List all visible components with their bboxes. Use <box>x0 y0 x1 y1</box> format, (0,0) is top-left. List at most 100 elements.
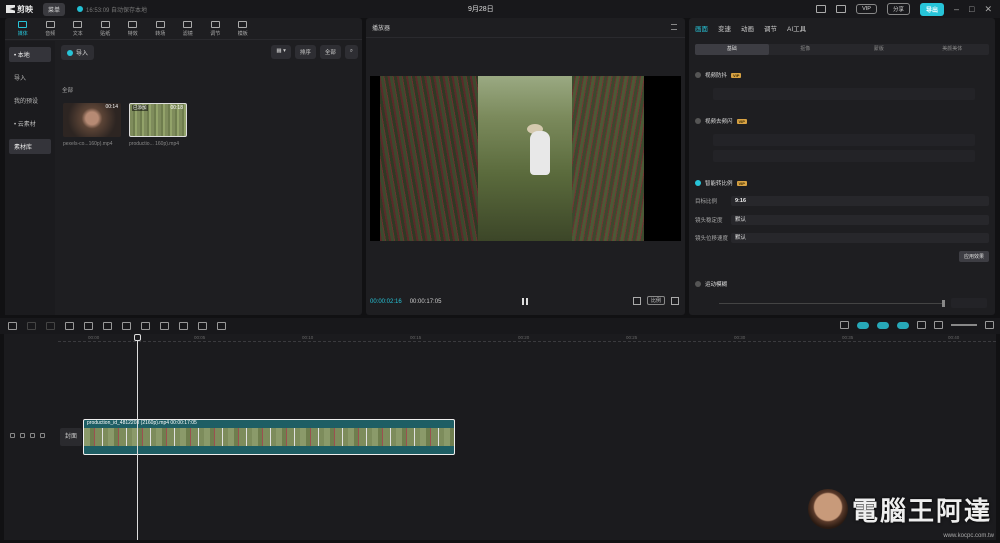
sidebar-item-presets[interactable]: 我的预设 <box>9 93 51 108</box>
rotate-icon[interactable] <box>198 322 207 330</box>
vip-button[interactable]: VIP <box>856 4 877 14</box>
subtab-cutout[interactable]: 抠像 <box>769 44 843 55</box>
share-button[interactable]: 分享 <box>886 3 910 15</box>
undo-icon[interactable] <box>27 322 36 330</box>
mirror-icon[interactable] <box>179 322 188 330</box>
eye-icon[interactable] <box>30 433 35 438</box>
media-item[interactable]: 00:14 <box>63 103 121 137</box>
time-ruler[interactable]: 00:00 00:05 00:10 00:15 00:20 00:25 00:3… <box>58 334 996 342</box>
main-track-magnet-icon[interactable] <box>857 321 869 329</box>
blur-slider-track[interactable] <box>719 303 945 304</box>
maximize-icon[interactable]: □ <box>969 4 974 14</box>
blur-slider-handle[interactable] <box>942 300 945 307</box>
subtab-mask[interactable]: 蒙版 <box>842 44 916 55</box>
stability-select[interactable]: 默认 <box>731 215 989 225</box>
ratio-select[interactable]: 9:16 <box>731 196 989 206</box>
tab-adjust[interactable]: 调节 <box>764 23 777 33</box>
import-button[interactable]: 导入 <box>61 45 95 60</box>
tab-transition[interactable]: 转场 <box>147 18 175 39</box>
preview-axis-icon[interactable] <box>917 321 926 329</box>
media-tabs: 媒体 音频 文本 贴纸 特效 转场 滤镜 调节 模板 <box>5 18 362 40</box>
delete-icon[interactable] <box>122 322 131 330</box>
sidebar-item-library[interactable]: 素材库 <box>9 139 51 154</box>
tab-filter[interactable]: 滤镜 <box>174 18 202 39</box>
toggle-radio[interactable] <box>695 72 701 78</box>
sidebar-item-import[interactable]: 导入 <box>9 70 51 85</box>
select-tool-icon[interactable] <box>8 322 17 330</box>
menu-icon[interactable] <box>671 24 677 30</box>
freeze-icon[interactable] <box>141 322 150 330</box>
video-preview[interactable] <box>370 76 681 241</box>
vip-tag: VIP <box>736 118 747 124</box>
tab-label: 文本 <box>72 30 83 37</box>
check-icon[interactable] <box>695 180 701 186</box>
layout-icon[interactable] <box>836 5 847 13</box>
tab-sticker[interactable]: 贴纸 <box>92 18 120 39</box>
split-icon[interactable] <box>65 322 74 330</box>
tab-speed[interactable]: 变速 <box>718 23 731 33</box>
tab-effects[interactable]: 特效 <box>119 18 147 39</box>
tab-audio[interactable]: 音频 <box>37 18 65 39</box>
ruler-tick: 00:20 <box>518 335 530 340</box>
section-smart-ratio[interactable]: 智能转比例 VIP <box>695 179 747 187</box>
toggle-radio[interactable] <box>695 281 701 287</box>
zoom-in-icon[interactable] <box>985 321 994 329</box>
crop-icon[interactable] <box>632 296 641 305</box>
tab-template[interactable]: 模板 <box>229 18 257 39</box>
media-item[interactable]: 已添加 00:18 <box>129 103 187 137</box>
search-icon[interactable]: ⌕ <box>344 45 358 59</box>
subtab-basic[interactable]: 基础 <box>695 44 769 55</box>
split-right-icon[interactable] <box>103 322 112 330</box>
view-toggle[interactable]: ▦ ▾ <box>271 45 291 59</box>
tab-media[interactable]: 媒体 <box>9 18 37 39</box>
blur-value-field[interactable] <box>951 298 987 308</box>
tab-ai-tools[interactable]: AI工具 <box>787 23 806 33</box>
fit-icon[interactable] <box>934 321 943 329</box>
microphone-icon[interactable] <box>840 321 849 329</box>
playhead-handle[interactable] <box>134 334 141 341</box>
toggle-radio[interactable] <box>695 118 701 124</box>
tab-adjust[interactable]: 调节 <box>202 18 230 39</box>
sidebar-item-local[interactable]: • 本地 <box>9 47 51 62</box>
keyboard-icon[interactable] <box>816 5 827 13</box>
ruler-tick: 00:35 <box>842 335 854 340</box>
menu-button[interactable]: 菜单 <box>43 2 66 16</box>
pause-icon[interactable] <box>522 298 528 305</box>
subtab-beauty[interactable]: 美颜美体 <box>916 44 990 55</box>
speed-select[interactable]: 默认 <box>731 233 989 243</box>
sidebar-item-cloud[interactable]: • 云素材 <box>9 116 51 131</box>
zoom-slider[interactable] <box>951 324 977 326</box>
export-button[interactable]: 导出 <box>919 2 944 16</box>
apply-button[interactable]: 应用效果 <box>958 251 989 262</box>
player-right-controls: 比例 <box>632 296 679 305</box>
auto-snap-icon[interactable] <box>877 321 889 329</box>
sort-button[interactable]: 排序 <box>294 45 316 59</box>
cover-button[interactable]: 封面 <box>60 428 82 446</box>
link-icon[interactable] <box>897 321 909 329</box>
template-icon <box>238 20 248 28</box>
track-cover-icon[interactable] <box>10 433 15 438</box>
filter-button[interactable]: 全部 <box>319 45 341 59</box>
ruler-tick: 00:05 <box>194 335 206 340</box>
section-motion-blur[interactable]: 运动模糊 <box>695 280 727 288</box>
video-clip[interactable]: production_id_4812203 (2160p).mp4 00:00:… <box>83 419 455 455</box>
fullscreen-icon[interactable] <box>671 296 679 305</box>
ratio-button[interactable]: 比例 <box>646 296 665 305</box>
close-icon[interactable]: ✕ <box>984 4 992 15</box>
tab-text[interactable]: 文本 <box>64 18 92 39</box>
title-bar: 剪映 菜单 16:53:09 自动保存本地 9月28日 VIP 分享 导出 – … <box>0 0 1000 18</box>
redo-icon[interactable] <box>46 322 55 330</box>
crop-icon[interactable] <box>217 322 226 330</box>
section-stabilize[interactable]: 视频防抖 VIP <box>695 71 742 79</box>
playhead[interactable] <box>137 334 138 540</box>
split-left-icon[interactable] <box>84 322 93 330</box>
minimize-icon[interactable]: – <box>954 4 959 14</box>
tab-animation[interactable]: 动画 <box>741 23 754 33</box>
video-bg-left <box>380 76 478 241</box>
speaker-icon[interactable] <box>40 433 45 438</box>
reverse-icon[interactable] <box>160 322 169 330</box>
cloud-icon <box>77 6 84 12</box>
tab-picture[interactable]: 画面 <box>695 23 708 33</box>
section-deflicker[interactable]: 视频去频闪 VIP <box>695 117 747 125</box>
lock-icon[interactable] <box>20 433 25 438</box>
